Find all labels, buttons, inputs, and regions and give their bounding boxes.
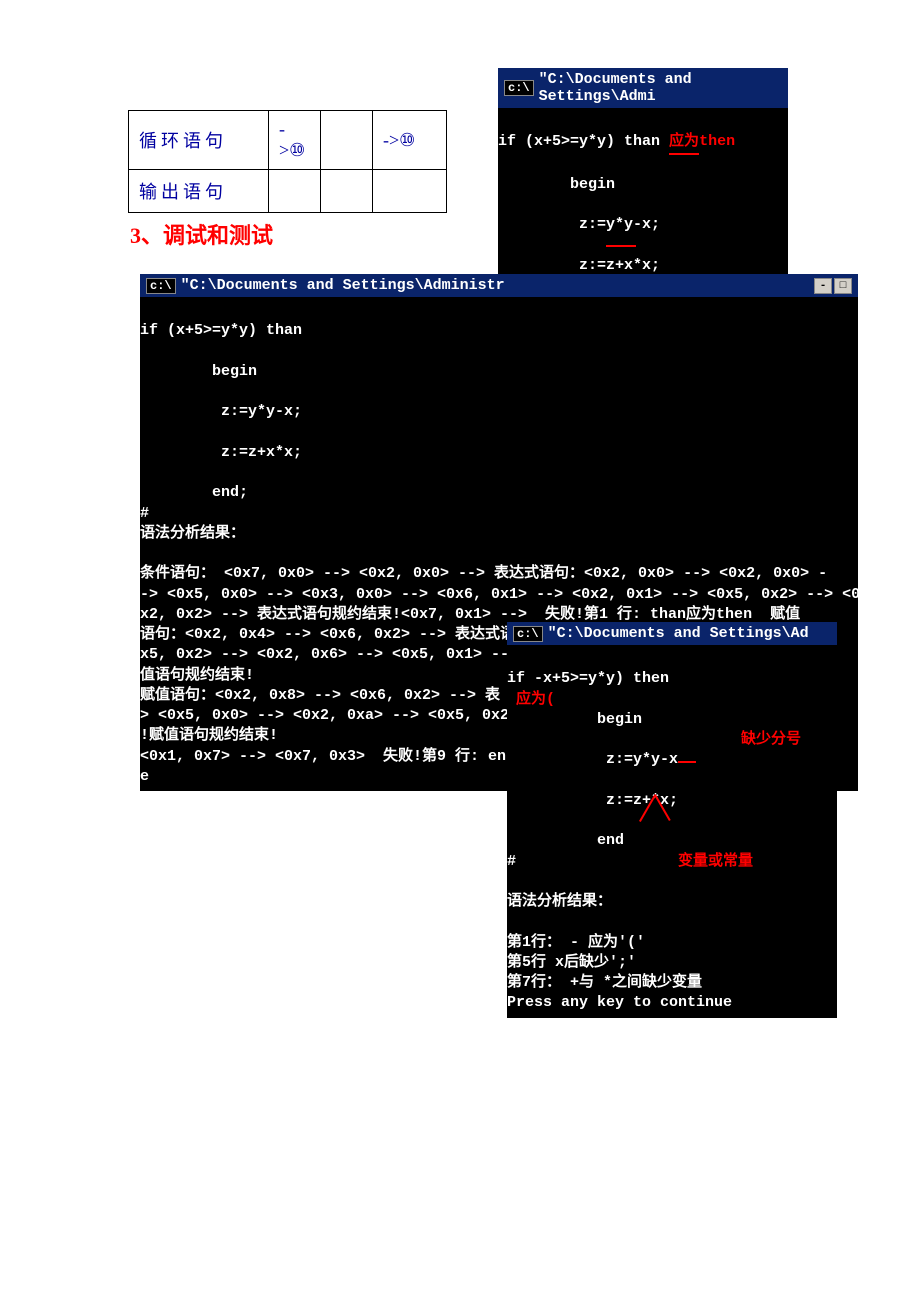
code-line: z:=z+x*x; [498, 257, 660, 274]
cell-loop-stmt: 循环语句 [129, 111, 269, 170]
maximize-button[interactable]: □ [834, 278, 852, 294]
grammar-table: 循环语句 ->⑩ ->⑩ 输出语句 [128, 110, 447, 213]
table-row: 输出语句 [129, 170, 447, 213]
code-line: z:=y*y-x; [140, 403, 302, 420]
cell-arrow-10b: ->⑩ [373, 111, 447, 170]
result-heading: 语法分析结果： [140, 525, 245, 542]
window-title: "C:\Documents and Settings\Administr [181, 277, 505, 294]
cell-empty [269, 170, 321, 213]
titlebar-1: c:\ "C:\Documents and Settings\Admi [498, 68, 788, 108]
minimize-button[interactable]: - [814, 278, 832, 294]
code-line: z:=z+x*x; [140, 444, 302, 461]
terminal-window-3: c:\ "C:\Documents and Settings\Ad if -x+… [507, 622, 837, 1018]
code-line: end [507, 832, 624, 849]
titlebar-2: c:\ "C:\Documents and Settings\Administr… [140, 274, 858, 297]
annotation-paren: 应为( [516, 691, 555, 708]
window-title: "C:\Documents and Settings\Ad [548, 625, 809, 642]
code-line: if -x+5>=y*y) then [507, 670, 669, 687]
continue-prompt: Press any key to continue [507, 994, 732, 1011]
annotation-underline: 应为 [669, 132, 699, 154]
cell-arrow-10a: ->⑩ [269, 111, 321, 170]
result-line: 第1行： - 应为'(' [507, 934, 645, 951]
hash-marker: # [507, 853, 516, 870]
cell-empty [321, 111, 373, 170]
cmd-icon: c:\ [513, 626, 543, 642]
code-line: z:=y*y-x; [498, 216, 660, 233]
cell-empty [373, 170, 447, 213]
code-line: if (x+5>=y*y) than [498, 133, 660, 150]
code-line: begin [140, 363, 257, 380]
code-line: z:=y*y-x [507, 751, 678, 768]
window-buttons: - □ [814, 278, 852, 294]
hash-marker: # [140, 505, 149, 522]
terminal-body-3: if -x+5>=y*y) then 应为( begin 缺少分号 z:=y*y… [507, 645, 837, 1018]
code-line: begin [498, 176, 615, 193]
titlebar-3: c:\ "C:\Documents and Settings\Ad [507, 622, 837, 645]
result-heading: 语法分析结果： [507, 893, 612, 910]
cmd-icon: c:\ [504, 80, 534, 96]
annotation-variable: 变量或常量 [678, 853, 753, 870]
annotation-semicolon: 缺少分号 [741, 731, 801, 748]
code-line: begin [507, 711, 642, 728]
code-line: end; [140, 484, 248, 501]
cell-empty [321, 170, 373, 213]
underline-mark [678, 761, 696, 763]
cell-output-stmt: 输出语句 [129, 170, 269, 213]
cmd-icon: c:\ [146, 278, 176, 294]
result-line: 第5行 x后缺少';' [507, 954, 636, 971]
table-row: 循环语句 ->⑩ ->⑩ [129, 111, 447, 170]
window-title: "C:\Documents and Settings\Admi [539, 71, 782, 105]
annotation-line [606, 245, 636, 247]
section-heading: 3、调试和测试 [130, 218, 273, 250]
result-line: 第7行： +与 *之间缺少变量 [507, 974, 702, 991]
code-line: if (x+5>=y*y) than [140, 322, 302, 339]
